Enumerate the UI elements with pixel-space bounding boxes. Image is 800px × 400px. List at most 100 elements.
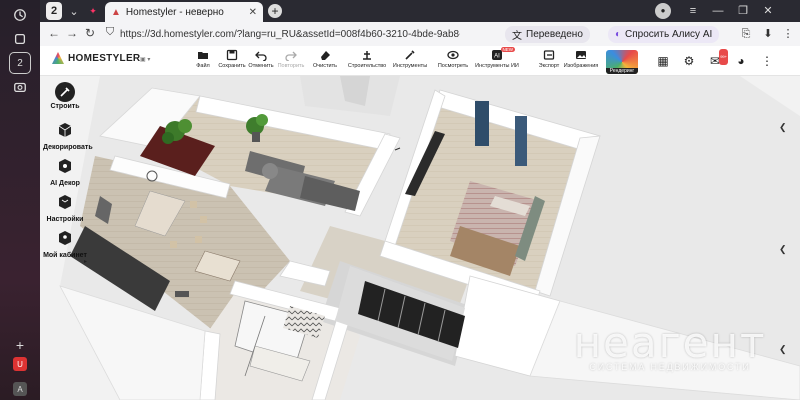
- logo-mark-icon: [52, 52, 64, 64]
- side-item-label: Строить: [50, 103, 80, 110]
- back-arrow-icon[interactable]: ←: [46, 26, 62, 40]
- screenshot-icon[interactable]: [9, 76, 31, 98]
- render-button[interactable]: Рендеринг: [606, 50, 638, 74]
- right-panel-toggle-icon-3[interactable]: ❮: [779, 344, 787, 356]
- toolbar-undo[interactable]: Отменить: [246, 49, 276, 75]
- tab-count-button[interactable]: 2: [46, 2, 62, 20]
- translate-icon: 文: [512, 31, 522, 42]
- tab-homestyler[interactable]: ▲ Homestyler - неверно ✕: [105, 2, 263, 22]
- ai-cube-icon: [59, 159, 71, 173]
- side-item-settings[interactable]: Настройки: [43, 194, 87, 224]
- grid-view-icon[interactable]: ▦: [655, 53, 671, 69]
- toolbar-clear[interactable]: Очистить: [310, 49, 340, 75]
- render-label: Рендеринг: [606, 68, 638, 74]
- eye-icon: [447, 50, 459, 60]
- toolbar-label: Файл: [196, 63, 210, 69]
- url-field[interactable]: https://3d.homestyler.com/?lang=ru_RU&as…: [120, 25, 460, 43]
- redo-icon: [285, 51, 297, 61]
- right-panel-toggle-icon[interactable]: ❮: [779, 122, 787, 134]
- collections-icon[interactable]: [9, 28, 31, 50]
- notification-badge: 99+: [719, 49, 728, 65]
- tab-title: Homestyler - неверно: [125, 6, 224, 18]
- watermark: неагент СИСТЕМА НЕДВИЖИМОСТИ: [570, 318, 770, 373]
- toolbar-file[interactable]: Файл: [188, 49, 218, 75]
- restore-icon[interactable]: ❐: [735, 3, 751, 19]
- profile-avatar[interactable]: ●: [655, 3, 671, 19]
- settings-icon: [59, 195, 71, 209]
- reload-icon[interactable]: ↻: [82, 26, 98, 40]
- side-item-label: Настройки: [46, 216, 84, 223]
- undo-icon: [255, 51, 267, 61]
- menu-icon[interactable]: ≡: [685, 3, 701, 19]
- tab-strip: 2 ⌄ ✦ ▲ Homestyler - неверно ✕ + ● ≡ — ❐…: [40, 0, 800, 22]
- project-selector[interactable]: ▣ ▾: [140, 56, 150, 63]
- logo-text: HOMESTYLER: [68, 52, 141, 64]
- toolbar-save[interactable]: Сохранить: [217, 49, 247, 75]
- toolbar-redo[interactable]: Повторить: [276, 49, 306, 75]
- toolbar-view[interactable]: Посмотреть: [438, 49, 468, 75]
- chevron-down-icon[interactable]: ⌄: [66, 2, 82, 20]
- toolbar-tools[interactable]: Инструменты: [393, 49, 427, 75]
- box-icon: [58, 123, 72, 137]
- extension-icon[interactable]: U: [13, 357, 27, 371]
- download-icon[interactable]: ⬇: [760, 26, 776, 42]
- toolbar-label: Экспорт: [538, 63, 560, 69]
- close-icon[interactable]: ✕: [249, 7, 257, 18]
- add-panel-icon[interactable]: +: [9, 334, 31, 356]
- side-item-ai-decor[interactable]: AI Декор: [43, 158, 87, 188]
- minimize-icon[interactable]: —: [710, 3, 726, 19]
- browser-side-rail: 2 + U A: [0, 0, 40, 400]
- side-item-label: AI Декор: [50, 180, 80, 187]
- window-close-icon[interactable]: ✕: [760, 3, 776, 19]
- figma-tab-icon[interactable]: ✦: [86, 2, 100, 20]
- new-tab-button[interactable]: +: [268, 4, 282, 18]
- side-item-decorate[interactable]: Декорировать: [43, 122, 93, 152]
- toolbar-ai-tools[interactable]: AI Инструменты ИИ NEW: [475, 47, 519, 75]
- toolbar-label: Строительство: [347, 63, 387, 69]
- side-item-label: Мой кабинет: [43, 252, 87, 259]
- address-bar: ← → ↻ ⛉ https://3d.homestyler.com/?lang=…: [40, 22, 800, 46]
- curtain-right: [515, 116, 527, 166]
- more-icon[interactable]: ⋮: [780, 26, 796, 42]
- toolbar-export[interactable]: Экспорт: [534, 49, 564, 75]
- toolbar-label: Изображения: [563, 63, 599, 69]
- toolbar-images[interactable]: Изображения: [563, 49, 599, 75]
- right-panel-toggle-icon-2[interactable]: ❮: [779, 244, 787, 256]
- toolbar-label: Очистить: [313, 63, 337, 69]
- alice-label: Спросить Алису AI: [625, 29, 713, 40]
- tab-counter-icon[interactable]: 2: [9, 52, 31, 74]
- toolbar-label: Посмотреть: [437, 63, 469, 69]
- curtain-left: [475, 101, 489, 146]
- side-item-build[interactable]: Строить: [43, 82, 87, 111]
- translate-button[interactable]: 文 Переведено: [505, 26, 590, 43]
- homestyler-logo[interactable]: HOMESTYLER: [52, 52, 140, 64]
- homestyler-toolbar: HOMESTYLER ▣ ▾ Файл Сохранить Отменить П…: [40, 46, 800, 76]
- toolbar-label: Сохранить: [218, 63, 246, 69]
- toolbar-build[interactable]: Строительство: [348, 49, 386, 75]
- expand-arrow-icon[interactable]: ▸: [84, 258, 87, 265]
- left-tool-panel: Строить Декорировать AI Декор Настройки …: [43, 82, 93, 272]
- build-icon: [363, 51, 371, 60]
- eraser-icon: [321, 51, 330, 60]
- app-a-icon[interactable]: A: [13, 382, 27, 396]
- side-item-label: Декорировать: [43, 144, 93, 151]
- svg-text:AI: AI: [494, 54, 500, 60]
- more-menu-icon[interactable]: ⋮: [759, 53, 775, 69]
- watermark-brand: неагент: [573, 318, 767, 367]
- image-icon: [576, 51, 586, 59]
- mail-icon[interactable]: ✉ 99+: [707, 49, 728, 69]
- settings-gear-icon[interactable]: ⚙: [681, 53, 697, 69]
- history-icon[interactable]: [9, 4, 31, 26]
- export-icon: [543, 50, 555, 60]
- bookmark-icon[interactable]: ⎘: [738, 26, 754, 42]
- user-avatar[interactable]: ◕: [733, 53, 749, 69]
- homestyler-favicon-icon: ▲: [111, 6, 121, 18]
- new-badge: NEW: [500, 47, 515, 52]
- forward-arrow-icon[interactable]: →: [64, 26, 80, 40]
- folder-icon: [198, 52, 208, 59]
- shield-icon[interactable]: ⛉: [102, 26, 118, 39]
- alice-ai-button[interactable]: ◐ Спросить Алису AI: [608, 26, 720, 43]
- side-item-my-cabinet[interactable]: Мой кабинет ▸: [43, 230, 87, 265]
- save-icon: [226, 49, 238, 61]
- alice-icon: ◐: [615, 29, 622, 40]
